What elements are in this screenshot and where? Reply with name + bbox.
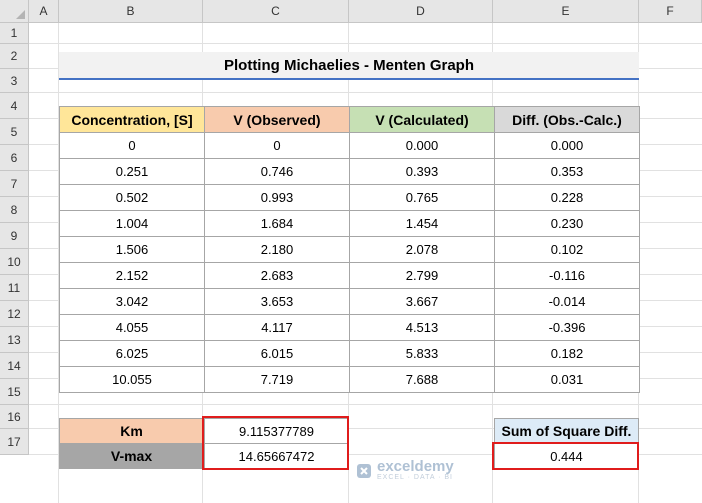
table-cell[interactable]: 4.055 bbox=[59, 314, 205, 341]
column-header-e[interactable]: E bbox=[493, 0, 639, 23]
row-header-7[interactable]: 7 bbox=[0, 171, 29, 197]
column-header-b[interactable]: B bbox=[59, 0, 203, 23]
table-cell[interactable]: 0.000 bbox=[349, 132, 495, 159]
ssd-value[interactable]: 0.444 bbox=[494, 443, 639, 469]
exceldemy-watermark: exceldemy EXCEL · DATA · BI bbox=[356, 459, 454, 482]
row-header-3[interactable]: 3 bbox=[0, 69, 29, 93]
table-cell[interactable]: 0.993 bbox=[204, 184, 350, 211]
table-cell[interactable]: 1.004 bbox=[59, 210, 205, 237]
page-title[interactable]: Plotting Michaelies - Menten Graph bbox=[59, 52, 639, 80]
table-cell[interactable]: 2.180 bbox=[204, 236, 350, 263]
table-cell[interactable]: 0.353 bbox=[494, 158, 640, 185]
spreadsheet[interactable]: ABCDEF 1 2 3 4 5 6 7 8 9 10 11 12 13 14 15 16 17 Plottin… bbox=[0, 0, 702, 503]
table-cell[interactable]: -0.014 bbox=[494, 288, 640, 315]
column-header-a[interactable]: A bbox=[29, 0, 59, 23]
table-header-2[interactable]: V (Observed) bbox=[204, 106, 350, 133]
table-cell[interactable]: 6.015 bbox=[204, 340, 350, 367]
gridline-horizontal bbox=[29, 43, 702, 44]
table-cell[interactable]: 7.719 bbox=[204, 366, 350, 393]
vmax-label[interactable]: V-max bbox=[59, 443, 204, 469]
row-header-12[interactable]: 12 bbox=[0, 301, 29, 327]
table-cell[interactable]: 7.688 bbox=[349, 366, 495, 393]
table-cell[interactable]: 10.055 bbox=[59, 366, 205, 393]
table-cell[interactable]: 3.042 bbox=[59, 288, 205, 315]
table-cell[interactable]: 2.078 bbox=[349, 236, 495, 263]
table-cell[interactable]: 0.502 bbox=[59, 184, 205, 211]
watermark-name: exceldemy bbox=[377, 458, 454, 475]
table-cell[interactable]: 0.102 bbox=[494, 236, 640, 263]
row-header-6[interactable]: 6 bbox=[0, 145, 29, 171]
row-header-13[interactable]: 13 bbox=[0, 327, 29, 353]
table-cell[interactable]: 0.393 bbox=[349, 158, 495, 185]
row-header-8[interactable]: 8 bbox=[0, 197, 29, 223]
table-cell[interactable]: 2.152 bbox=[59, 262, 205, 289]
select-all-triangle-icon bbox=[16, 10, 25, 19]
row-header-11[interactable]: 11 bbox=[0, 275, 29, 301]
gridline-horizontal bbox=[29, 404, 702, 405]
table-cell[interactable]: 0.000 bbox=[494, 132, 640, 159]
row-header-4[interactable]: 4 bbox=[0, 93, 29, 119]
table-cell[interactable]: -0.396 bbox=[494, 314, 640, 341]
table-cell[interactable]: 6.025 bbox=[59, 340, 205, 367]
ssd-label[interactable]: Sum of Square Diff. bbox=[494, 418, 639, 444]
km-value[interactable]: 9.115377789 bbox=[204, 418, 349, 444]
column-header-d[interactable]: D bbox=[349, 0, 493, 23]
column-header-f[interactable]: F bbox=[639, 0, 702, 23]
table-cell[interactable]: 3.653 bbox=[204, 288, 350, 315]
vmax-value[interactable]: 14.65667472 bbox=[204, 443, 349, 469]
exceldemy-logo-icon bbox=[357, 463, 371, 478]
table-cell[interactable]: 0.230 bbox=[494, 210, 640, 237]
table-cell[interactable]: 0 bbox=[204, 132, 350, 159]
watermark-tagline: EXCEL · DATA · BI bbox=[377, 474, 453, 481]
table-header-4[interactable]: Diff. (Obs.-Calc.) bbox=[494, 106, 640, 133]
row-header-1[interactable]: 1 bbox=[0, 23, 29, 44]
km-label[interactable]: Km bbox=[59, 418, 204, 444]
table-cell[interactable]: 0.228 bbox=[494, 184, 640, 211]
table-cell[interactable]: 4.117 bbox=[204, 314, 350, 341]
table-cell[interactable]: 2.799 bbox=[349, 262, 495, 289]
table-header-1[interactable]: Concentration, [S] bbox=[59, 106, 205, 133]
row-header-2[interactable]: 2 bbox=[0, 44, 29, 69]
table-cell[interactable]: 3.667 bbox=[349, 288, 495, 315]
row-header-9[interactable]: 9 bbox=[0, 223, 29, 249]
row-header-10[interactable]: 10 bbox=[0, 249, 29, 275]
table-cell[interactable]: 1.684 bbox=[204, 210, 350, 237]
table-cell[interactable]: 0.031 bbox=[494, 366, 640, 393]
row-header-17[interactable]: 17 bbox=[0, 429, 29, 455]
gridline-horizontal bbox=[29, 92, 702, 93]
table-cell[interactable]: 4.513 bbox=[349, 314, 495, 341]
table-cell[interactable]: 1.454 bbox=[349, 210, 495, 237]
row-header-5[interactable]: 5 bbox=[0, 119, 29, 145]
row-header-16[interactable]: 16 bbox=[0, 405, 29, 429]
table-cell[interactable]: -0.116 bbox=[494, 262, 640, 289]
table-cell[interactable]: 0 bbox=[59, 132, 205, 159]
table-cell[interactable]: 5.833 bbox=[349, 340, 495, 367]
table-header-3[interactable]: V (Calculated) bbox=[349, 106, 495, 133]
table-cell[interactable]: 0.765 bbox=[349, 184, 495, 211]
table-cell[interactable]: 2.683 bbox=[204, 262, 350, 289]
select-all-corner[interactable] bbox=[0, 0, 29, 23]
table-cell[interactable]: 0.251 bbox=[59, 158, 205, 185]
table-cell[interactable]: 0.182 bbox=[494, 340, 640, 367]
table-cell[interactable]: 1.506 bbox=[59, 236, 205, 263]
row-header-14[interactable]: 14 bbox=[0, 353, 29, 379]
column-header-c[interactable]: C bbox=[203, 0, 349, 23]
table-cell[interactable]: 0.746 bbox=[204, 158, 350, 185]
row-header-15[interactable]: 15 bbox=[0, 379, 29, 405]
